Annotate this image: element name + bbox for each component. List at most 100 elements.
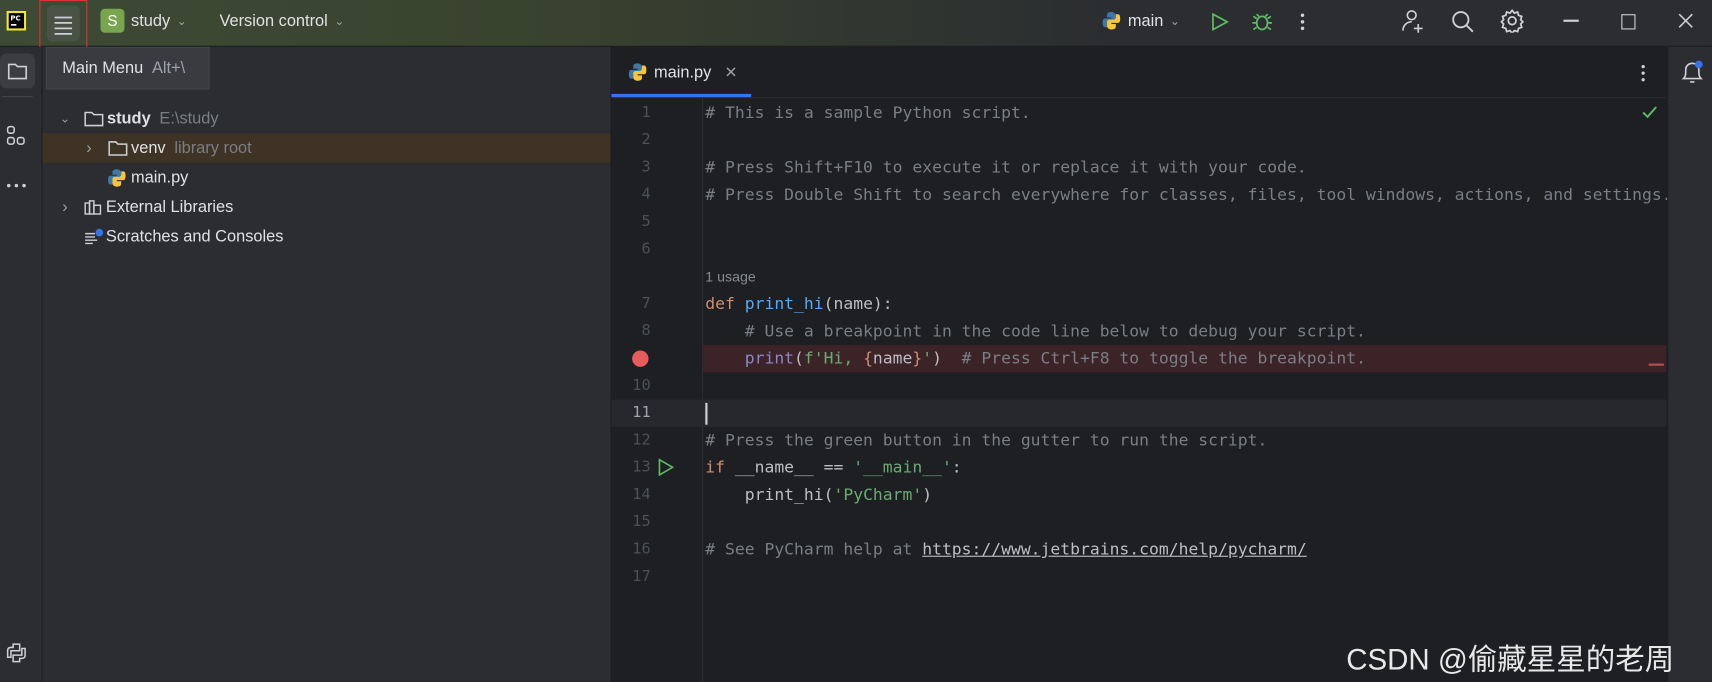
code-line[interactable] [705,400,708,427]
vcs-label: Version control [219,12,328,31]
line-number: 12 [632,431,651,449]
version-control-menu[interactable]: Version control ⌄ [219,12,344,31]
maximize-icon[interactable] [1621,14,1636,30]
code-token: print_hi [744,293,824,314]
code-line[interactable]: # See PyCharm help at https://www.jetbra… [705,536,1306,563]
code-token: (name): [823,293,893,314]
python-console-icon[interactable] [5,642,27,664]
main-menu-tooltip: Main Menu Alt+\ [45,46,210,90]
code-token: # Use a breakpoint in the code line belo… [705,320,1366,341]
code-token: if [705,457,735,478]
tree-item-external-libraries[interactable]: › External Libraries [43,192,611,221]
more-icon[interactable] [1299,12,1306,32]
code-line[interactable]: # Press Shift+F10 to execute it or repla… [705,154,1306,181]
main-menu-button[interactable] [39,0,88,49]
code-token: # Press Ctrl+F8 to toggle the breakpoint… [961,348,1366,368]
code-line[interactable]: print(f'Hi, {name}') # Press Ctrl+F8 to … [705,345,1366,372]
tree-item-label: External Libraries [105,197,234,217]
code-area[interactable]: 1 # This is a sample Python script. 2 3 # Pr… [611,99,1672,678]
error-stripe-marker[interactable] [1648,363,1664,366]
code-token: f'Hi, [803,348,864,368]
tree-item-label: study [106,109,151,128]
code-line[interactable]: if __name__ == '__main__': [705,454,961,481]
chevron-down-icon[interactable]: ⌄ [60,111,84,125]
libraries-icon [84,198,104,215]
code-line[interactable]: # This is a sample Python script. [705,99,1030,126]
code-line[interactable]: print_hi('PyCharm') [705,481,932,508]
pycharm-logo: PC [6,10,27,31]
code-token[interactable]: https://www.jetbrains.com/help/pycharm/ [922,539,1307,559]
tree-item-study[interactable]: ⌄ study E:\study [43,104,611,133]
chevron-down-icon: ⌄ [1169,14,1180,28]
current-line-highlight [611,399,1667,427]
line-number: 3 [641,158,651,176]
more-tools-icon[interactable] [5,182,27,189]
project-folder-icon[interactable] [0,53,35,89]
line-number: 5 [641,212,651,231]
tooltip-label: Main Menu [62,58,144,78]
left-tool-strip [0,46,43,682]
line-number: 1 [641,103,651,122]
text-cursor [705,402,708,425]
tab-main-py[interactable]: main.py ✕ [611,47,752,98]
project-selector[interactable]: S study ⌄ [100,8,187,33]
tree-item-venv[interactable]: › venv library root [42,133,611,163]
code-token: # Press the green button in the gutter t… [705,430,1268,450]
code-line[interactable]: # Press Double Shift to search everywher… [705,181,1671,208]
project-name: study [131,11,171,31]
usage-hint[interactable]: 1 usage [705,263,756,290]
code-token: '__main__' [853,457,952,478]
more-icon[interactable] [1640,63,1647,83]
line-number: 14 [632,485,651,504]
project-panel: ⌄ study E:\study › venv library root mai… [42,46,612,682]
search-icon[interactable] [1451,10,1475,34]
code-line[interactable]: def print_hi(name): [705,290,892,317]
code-token: name [872,348,913,368]
run-gutter-icon[interactable] [657,458,675,477]
tree-item-hint: E:\study [159,109,219,128]
python-file-icon [628,62,648,82]
tab-label: main.py [653,62,712,82]
tree-item-scratches[interactable]: Scratches and Consoles [43,222,611,251]
hamburger-menu-icon [46,5,80,42]
tree-item-hint: library root [174,138,252,158]
code-token: # Press Double Shift to search everywher… [705,184,1672,205]
tree-item-label: Scratches and Consoles [105,227,284,246]
run-config-selector[interactable]: main ⌄ [1102,11,1180,31]
settings-icon[interactable] [1500,8,1525,33]
notifications-icon[interactable] [1680,60,1704,86]
code-token: print_hi( [705,484,834,505]
close-icon[interactable] [1678,13,1693,28]
debug-icon[interactable] [1251,11,1273,33]
title-bar: PC S study ⌄ Version control ⌄ main ⌄ [0,0,1712,49]
code-line[interactable]: # Press the green button in the gutter t… [705,427,1267,454]
code-token: # Press Shift+F10 to execute it or repla… [705,157,1307,177]
code-token: { [863,348,873,368]
editor[interactable]: main.py ✕ 1 # This is a sample Python scr… [611,46,1672,682]
python-icon [1102,11,1122,31]
line-number: 17 [632,567,651,586]
line-number: 2 [641,131,651,149]
code-line[interactable]: # Use a breakpoint in the code line belo… [705,318,1366,345]
watermark: CSDN @偷藏星星的老周 [1346,643,1675,676]
minimize-icon[interactable] [1563,19,1579,22]
run-config-name: main [1127,11,1164,31]
add-user-icon[interactable] [1401,9,1427,35]
code-token: : [951,457,962,478]
folder-icon [84,110,104,127]
code-token: 'PyCharm' [833,484,923,505]
line-number: 15 [632,513,651,531]
tree-item-main-py[interactable]: main.py [43,163,611,192]
divider [2,96,33,98]
code-token: ' [922,348,933,368]
code-token: def [705,293,745,314]
close-tab-icon[interactable]: ✕ [724,63,737,82]
chevron-right-icon[interactable]: › [86,139,108,158]
scratches-icon [84,228,104,245]
code-token: ( [794,348,804,368]
tree-item-label: venv [131,138,166,158]
chevron-right-icon[interactable]: › [62,198,84,217]
structure-icon[interactable] [5,125,27,148]
run-icon[interactable] [1210,12,1230,32]
line-number: 16 [632,540,651,558]
